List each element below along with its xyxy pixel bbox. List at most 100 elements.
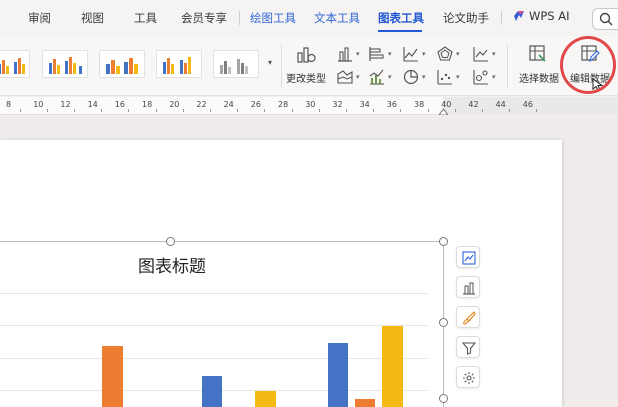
- chart-elements-button[interactable]: [456, 246, 480, 268]
- search-icon: [599, 12, 613, 26]
- change-type-label[interactable]: 更改类型: [286, 70, 326, 85]
- dropdown-arrow-icon[interactable]: ▾: [422, 73, 426, 81]
- tab-chart-tools[interactable]: 图表工具: [378, 10, 424, 26]
- ruler-tick: [346, 109, 347, 112]
- ribbon-separator: [281, 44, 282, 88]
- search-button[interactable]: [592, 8, 618, 30]
- select-data-icon[interactable]: [528, 44, 548, 64]
- resize-handle-bottom-right[interactable]: [439, 394, 448, 403]
- ruler-number: 8: [6, 100, 12, 109]
- chart-gridline: [0, 325, 428, 326]
- chart-style-thumbnail[interactable]: [213, 50, 259, 78]
- ruler-number: 24: [223, 100, 234, 109]
- tab-drawing-tools[interactable]: 绘图工具: [250, 10, 296, 26]
- resize-handle-top-right[interactable]: [439, 237, 448, 246]
- chart-gridline: [0, 358, 428, 359]
- ruler-tick: [291, 109, 293, 112]
- resize-handle-top[interactable]: [166, 237, 175, 246]
- chart-brush-button[interactable]: [456, 306, 480, 328]
- ribbon-tab-bar: 审阅 视图 工具 会员专享 绘图工具 文本工具 图表工具 论文助手 WPS AI: [0, 0, 618, 36]
- chart-filter-button[interactable]: [456, 336, 480, 358]
- chart-style-icon: [463, 282, 475, 295]
- scatter-chart-icon[interactable]: [436, 68, 454, 86]
- ruler-number: 34: [359, 100, 370, 109]
- highlight-ring: [560, 36, 616, 94]
- tab-text-tools[interactable]: 文本工具: [314, 10, 360, 26]
- ruler-tick: [427, 109, 429, 112]
- chart-bar[interactable]: [328, 343, 348, 407]
- column-chart-icon[interactable]: [336, 45, 354, 63]
- pie-chart-icon[interactable]: [402, 68, 420, 86]
- chart-bar[interactable]: [382, 326, 403, 407]
- radar-chart-icon[interactable]: [436, 45, 454, 63]
- chart-title[interactable]: 图表标题: [100, 252, 244, 277]
- tab-view[interactable]: 视图: [81, 10, 104, 26]
- dropdown-arrow-icon[interactable]: ▾: [456, 73, 460, 81]
- ruler-tick: [101, 109, 103, 112]
- chart-style-preview-icon: [49, 57, 82, 74]
- bubble-chart-icon[interactable]: [472, 68, 490, 86]
- wps-ai-logo-icon: [514, 11, 524, 21]
- tab-paper-assistant[interactable]: 论文助手: [443, 10, 489, 26]
- horizontal-ruler[interactable]: 8 10 12 14 16 18 20 22 24 26 28 30 32 34 36 38 40 42 44 46: [0, 97, 618, 115]
- chart-bar[interactable]: [202, 376, 222, 407]
- dropdown-arrow-icon[interactable]: ▾: [388, 73, 392, 81]
- chart-settings-button[interactable]: [456, 366, 480, 388]
- chart-style-thumbnail[interactable]: [0, 50, 30, 78]
- line-chart-icon[interactable]: [402, 45, 420, 63]
- gallery-expand-icon[interactable]: ▾: [268, 58, 272, 67]
- tab-member[interactable]: 会员专享: [181, 10, 227, 26]
- chart-style-thumbnail[interactable]: [42, 50, 88, 78]
- change-chart-type-icon[interactable]: [296, 44, 316, 64]
- ruler-tick: [74, 109, 75, 112]
- ruler-indent-marker-icon[interactable]: [439, 107, 448, 115]
- ruler-number: 38: [414, 100, 425, 109]
- tab-tools[interactable]: 工具: [134, 10, 157, 26]
- resize-handle-right[interactable]: [439, 318, 448, 327]
- ruler-tick: [46, 109, 48, 112]
- dropdown-arrow-icon[interactable]: ▾: [456, 50, 460, 58]
- ruler-number: 14: [87, 100, 98, 109]
- gear-icon: [463, 372, 475, 384]
- chart-style-thumbnail[interactable]: [99, 50, 145, 78]
- chart-tools-ribbon: ▾ 更改类型 ▾ ▾ ▾ ▾ ▾ ▾ ▾ ▾ ▾ ▾ 选择数据 编辑数据: [0, 36, 618, 96]
- chart-bar[interactable]: [255, 391, 276, 407]
- chart-style-button[interactable]: [456, 276, 480, 298]
- tab-review[interactable]: 审阅: [28, 10, 51, 26]
- chart-bar[interactable]: [355, 399, 375, 407]
- ruler-number: 22: [196, 100, 207, 109]
- tab-separator: [239, 11, 240, 25]
- dropdown-arrow-icon[interactable]: ▾: [492, 73, 496, 81]
- chart-elements-icon: [462, 251, 476, 265]
- select-data-label[interactable]: 选择数据: [519, 70, 559, 85]
- wps-ai-label: WPS AI: [529, 9, 570, 23]
- brush-icon: [463, 311, 476, 325]
- stock-chart-icon[interactable]: [472, 45, 490, 63]
- chart-gridline: [0, 293, 428, 294]
- area-chart-icon[interactable]: [336, 68, 354, 86]
- chart-style-thumbnail[interactable]: [156, 50, 202, 78]
- active-tab-indicator: [378, 30, 422, 32]
- ruler-number: 18: [142, 100, 153, 109]
- dropdown-arrow-icon[interactable]: ▾: [388, 50, 392, 58]
- chart-style-preview-icon: [220, 59, 248, 74]
- dropdown-arrow-icon[interactable]: ▾: [492, 50, 496, 58]
- ruler-tick: [155, 109, 157, 112]
- wps-ai-button[interactable]: WPS AI: [513, 9, 570, 23]
- dropdown-arrow-icon[interactable]: ▾: [356, 73, 360, 81]
- combo-chart-icon[interactable]: [368, 68, 386, 86]
- ruler-tick: [509, 109, 511, 112]
- ruler-tick: [482, 109, 483, 112]
- chart-bar[interactable]: [102, 346, 123, 407]
- bar-chart-icon[interactable]: [368, 45, 386, 63]
- ruler-number: 36: [386, 100, 397, 109]
- ruler-number: 42: [468, 100, 479, 109]
- dropdown-arrow-icon[interactable]: ▾: [422, 50, 426, 58]
- ruler-tick: [454, 109, 456, 112]
- dropdown-arrow-icon[interactable]: ▾: [356, 50, 360, 58]
- ruler-number: 10: [33, 100, 44, 109]
- chart-style-preview-icon: [0, 58, 25, 74]
- ruler-tick: [128, 109, 130, 112]
- ruler-number: 44: [495, 100, 506, 109]
- ruler-number: 12: [60, 100, 71, 109]
